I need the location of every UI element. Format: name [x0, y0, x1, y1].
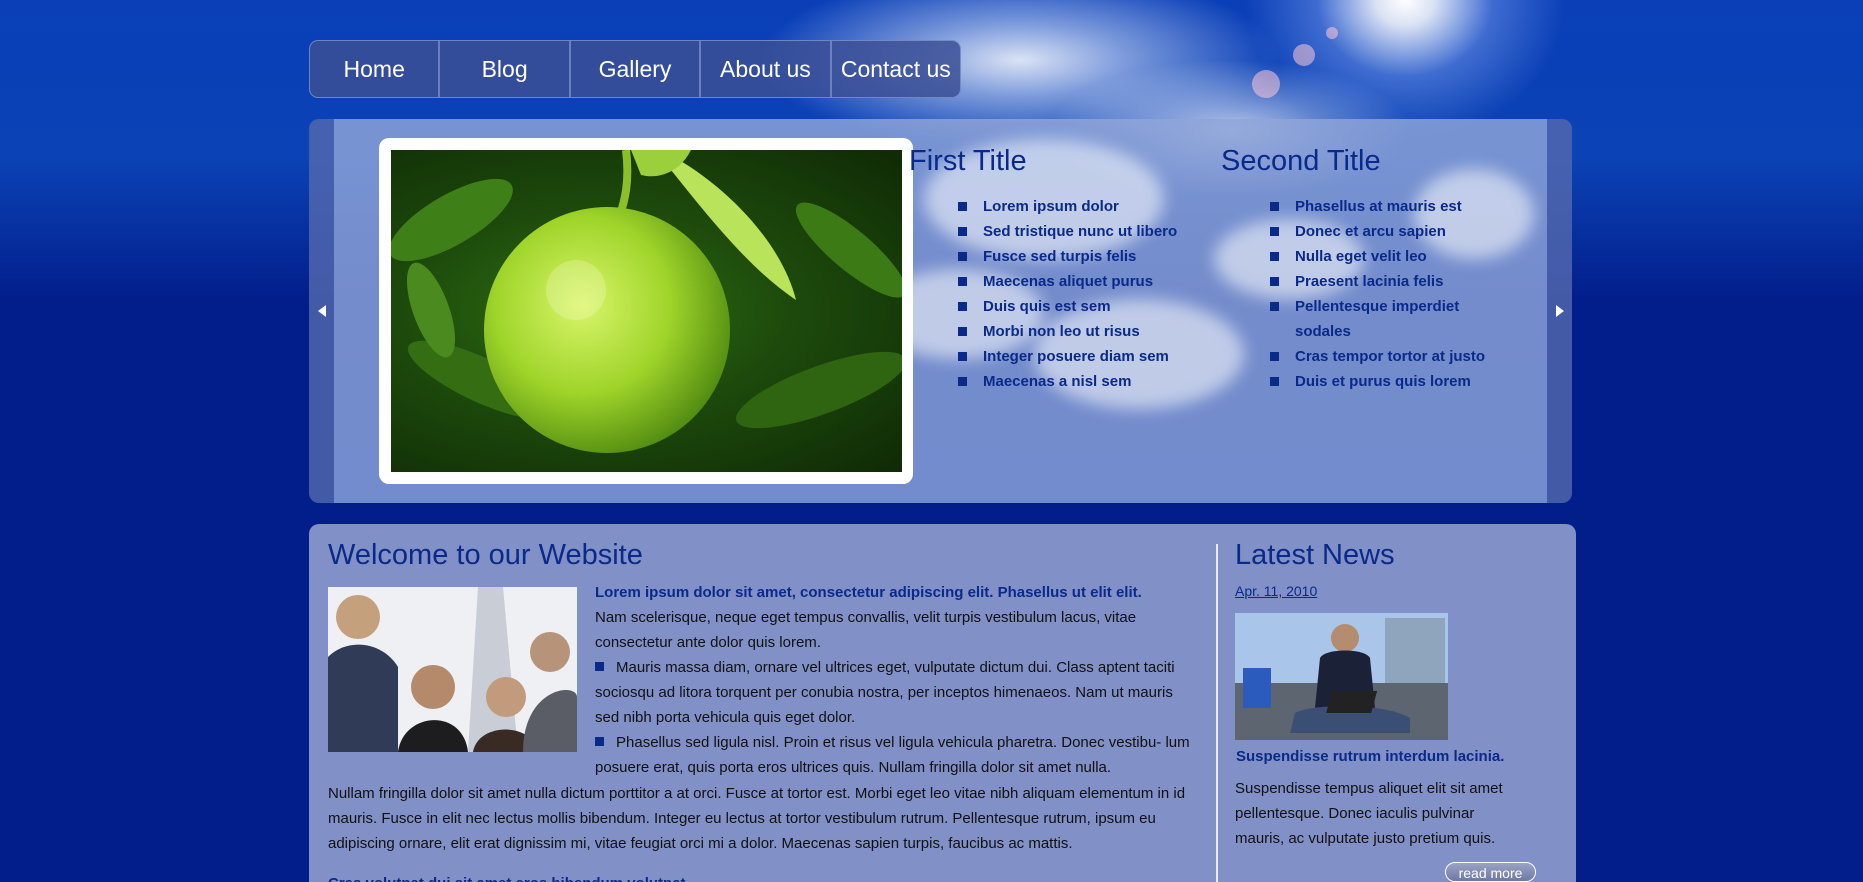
news-photo — [1235, 613, 1448, 740]
list-item: Duis quis est sem — [958, 294, 1208, 319]
list-item: Fusce sed turpis felis — [958, 244, 1208, 269]
lens-flare — [1326, 27, 1338, 39]
list-item: Phasellus at mauris est — [1270, 194, 1500, 219]
main-nav: Home Blog Gallery About us Contact us — [309, 40, 961, 98]
slide-second-title: Second Title — [1221, 145, 1381, 177]
nav-about-us[interactable]: About us — [701, 41, 832, 97]
nav-blog[interactable]: Blog — [440, 41, 571, 97]
lime-photo — [391, 150, 902, 472]
list-item: Morbi non leo ut risus — [958, 319, 1208, 344]
latest-news-title: Latest News — [1235, 539, 1395, 571]
arrow-left-icon — [317, 305, 326, 317]
welcome-title: Welcome to our Website — [328, 539, 643, 571]
list-item: Integer posuere diam sem — [958, 344, 1208, 369]
welcome-paragraph: Nullam fringilla dolor sit amet nulla di… — [328, 785, 1186, 852]
list-item: Pellentesque imperdiet sodales — [1270, 294, 1500, 344]
list-item: Praesent lacinia felis — [1270, 269, 1500, 294]
welcome-lead: Lorem ipsum dolor sit amet, consectetur … — [595, 584, 1142, 601]
slide-photo-frame — [379, 138, 913, 484]
arrow-right-icon — [1555, 305, 1564, 317]
nav-contact-us[interactable]: Contact us — [832, 41, 960, 97]
news-headline-link[interactable]: Suspendisse rutrum interdum lacinia. — [1236, 748, 1504, 765]
list-item: Nulla eget velit leo — [1270, 244, 1500, 269]
welcome-photo — [328, 587, 577, 752]
column-divider — [1216, 544, 1218, 882]
news-body: Suspendisse tempus aliquet elit sit amet… — [1235, 780, 1503, 847]
welcome-subheading[interactable]: Cras volutpat dui sit amet eros bibendum… — [328, 871, 1198, 882]
welcome-intro: Nam scelerisque, neque eget tempus conva… — [595, 609, 1137, 651]
slide-second-list: Phasellus at mauris est Donec et arcu sa… — [1270, 194, 1500, 394]
slider-next-button[interactable] — [1547, 119, 1572, 503]
man-with-laptop-illustration — [1235, 613, 1448, 740]
slide-first-list: Lorem ipsum dolor Sed tristique nunc ut … — [958, 194, 1208, 394]
slider-prev-button[interactable] — [309, 119, 334, 503]
lime-illustration — [391, 150, 902, 453]
slide-first-title: First Title — [909, 145, 1027, 177]
page: Home Blog Gallery About us Contact us Fi… — [0, 0, 1863, 882]
nav-home[interactable]: Home — [310, 41, 441, 97]
list-item: Maecenas a nisl sem — [958, 369, 1208, 394]
list-item: Sed tristique nunc ut libero — [958, 219, 1208, 244]
lens-flare — [1252, 70, 1280, 98]
news-date-link[interactable]: Apr. 11, 2010 — [1235, 583, 1317, 599]
list-item: Duis et purus quis lorem — [1270, 369, 1500, 394]
list-item: Cras tempor tortor at justo — [1270, 344, 1500, 369]
slider-content: First Title Lorem ipsum dolor Sed tristi… — [334, 119, 1547, 503]
nav-gallery[interactable]: Gallery — [571, 41, 702, 97]
read-more-button[interactable]: read more — [1445, 862, 1536, 882]
list-item: Lorem ipsum dolor — [958, 194, 1208, 219]
welcome-text: Lorem ipsum dolor sit amet, consectetur … — [595, 580, 1195, 780]
featured-slider: First Title Lorem ipsum dolor Sed tristi… — [309, 119, 1572, 503]
lens-flare — [1293, 44, 1315, 66]
main-content: Welcome to our Website Lorem ipsum dolor… — [309, 524, 1576, 882]
list-item: Donec et arcu sapien — [1270, 219, 1500, 244]
list-item: Maecenas aliquet purus — [958, 269, 1208, 294]
people-illustration — [328, 587, 577, 752]
welcome-bullet: Mauris massa diam, ornare vel ultrices e… — [595, 659, 1175, 726]
welcome-bullet: Phasellus sed ligula nisl. Proin et risu… — [595, 734, 1190, 776]
